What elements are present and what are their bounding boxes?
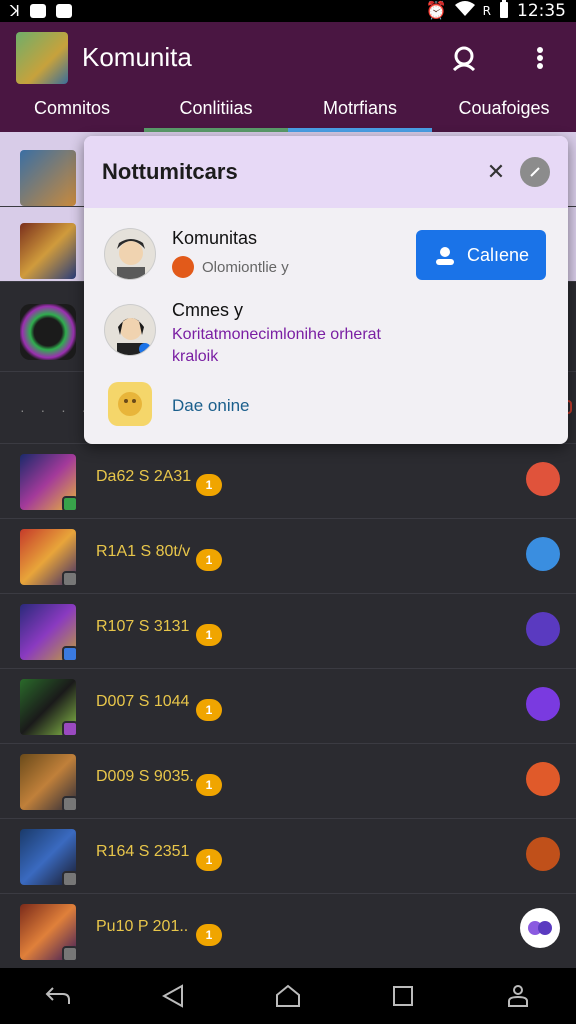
notification-icon: ꓘ [10, 3, 20, 20]
item-label: D007 S 1044 [96, 693, 190, 710]
notification-message-cont: kraloik [172, 348, 219, 365]
tab-conlitiias[interactable]: Conlitiias [144, 90, 288, 132]
message-icon [55, 4, 72, 18]
item-label: Da62 S 2A31 [96, 468, 192, 485]
coin-icon: 1 [196, 474, 222, 496]
reaction-icon[interactable] [526, 687, 560, 721]
tab-motrfians[interactable]: Motrfians [288, 90, 432, 132]
panel-title: Nottumitcars [102, 159, 238, 184]
close-icon[interactable]: ✕ [482, 158, 510, 186]
coin-icon: 1 [196, 624, 222, 646]
reaction-icon[interactable] [526, 462, 560, 496]
notification-title: Cmnes y [172, 300, 244, 320]
accessibility-icon[interactable] [498, 978, 538, 1014]
clock: 12:35 [517, 1, 566, 21]
thumbnail [20, 679, 78, 737]
community-badge-icon [172, 256, 194, 278]
wifi-icon [454, 0, 475, 22]
list-item[interactable]: Da62 S 2A31 1 [0, 444, 576, 519]
coin-icon: 1 [196, 924, 222, 946]
thumbnail [20, 604, 78, 662]
more-vert-icon[interactable] [522, 40, 558, 76]
back-icon[interactable] [153, 978, 193, 1014]
panel-header: Nottumitcars ✕ [84, 136, 568, 208]
list-item[interactable]: R164 S 2351 1 [0, 819, 576, 894]
reaction-icon[interactable] [526, 837, 560, 871]
app-bar: Komunita Comnitos Conlitiias Motrfians C… [0, 22, 576, 132]
online-link[interactable]: Dae onine [172, 396, 250, 416]
coin-icon: 1 [196, 774, 222, 796]
thumbnail [20, 223, 76, 279]
avatar [104, 228, 156, 280]
thumbnail [20, 904, 78, 962]
list-item[interactable]: D007 S 1044 1 [0, 669, 576, 744]
app-icon [29, 4, 46, 18]
person-icon [435, 247, 454, 265]
coin-icon: 1 [196, 849, 222, 871]
tab-comnitos[interactable]: Comnitos [0, 90, 144, 132]
tab-couafoiges[interactable]: Couafoiges [432, 90, 576, 132]
reaction-icon[interactable] [520, 908, 560, 948]
chat-button[interactable]: Calıene [416, 230, 546, 280]
thumbnail [20, 304, 76, 360]
alarm-icon: ⏰ [425, 1, 447, 21]
settings-icon[interactable] [520, 157, 550, 187]
list-item[interactable]: Pu10 P 201.. 1 [0, 894, 576, 969]
item-label: R1A1 S 80t/v [96, 543, 191, 560]
notification-item[interactable]: Cmnes y Koritatmonecimlonihe orherat kra… [84, 296, 568, 376]
emoji-icon [108, 382, 152, 426]
profile-icon[interactable] [446, 40, 482, 76]
thumbnail [20, 529, 78, 587]
thumbnail [20, 829, 78, 887]
thumbnail [20, 454, 78, 512]
battery-icon [499, 0, 509, 23]
notification-message: Koritatmonecimlonihe orherat [172, 326, 381, 343]
coin-icon: 1 [196, 549, 222, 571]
home-icon[interactable] [268, 978, 308, 1014]
back-gesture-icon[interactable] [38, 978, 78, 1014]
status-bar: ꓘ ⏰ R 12:35 [0, 0, 576, 22]
thumbnail [20, 754, 78, 812]
recents-icon[interactable] [383, 978, 423, 1014]
coin-icon: 1 [196, 699, 222, 721]
thumbnail [20, 150, 76, 206]
signal-icon: R [482, 4, 491, 18]
reaction-icon[interactable] [526, 537, 560, 571]
navigation-bar [0, 968, 576, 1024]
list-item[interactable]: D009 S 9035. 1 [0, 744, 576, 819]
reaction-icon[interactable] [526, 612, 560, 646]
list-item[interactable]: R1A1 S 80t/v 1 [0, 519, 576, 594]
app-title: Komunita [82, 42, 192, 72]
notification-title: Komunitas [172, 228, 258, 248]
item-label: R107 S 3131 [96, 618, 190, 635]
item-label: Pu10 P 201.. [96, 918, 189, 935]
notification-subtitle: Olomiontlie y [172, 256, 289, 278]
reaction-icon[interactable] [526, 762, 560, 796]
avatar [104, 304, 156, 356]
notifications-panel: Nottumitcars ✕ Komunitas Olomiontlie y C… [84, 136, 568, 444]
community-avatar[interactable] [16, 32, 68, 84]
item-label: R164 S 2351 [96, 843, 190, 860]
list-item[interactable]: R107 S 3131 1 [0, 594, 576, 669]
item-label: D009 S 9035. [96, 768, 194, 785]
tab-bar: Comnitos Conlitiias Motrfians Couafoiges [0, 90, 576, 132]
notification-item[interactable]: Dae onine [84, 380, 568, 440]
